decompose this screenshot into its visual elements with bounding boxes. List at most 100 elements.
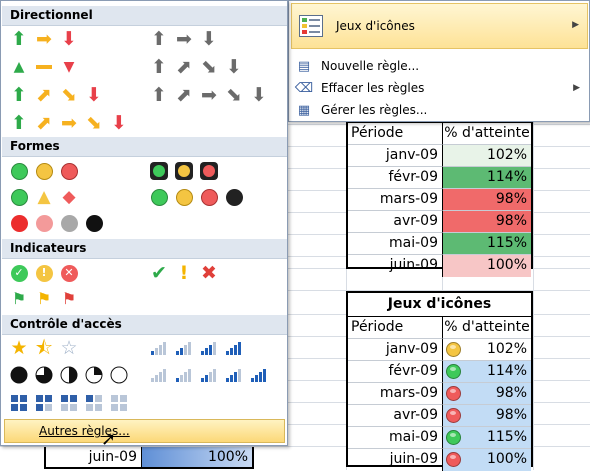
icon-set-3-arrows-colored[interactable]: ⬆ ➡ ⬇ [9, 27, 79, 51]
clear-rules-menu-item[interactable]: ⌫ Effacer les règles ▶ [291, 77, 588, 99]
check-circle-icon: ✓ [9, 263, 29, 283]
green-circle-icon [149, 187, 169, 207]
table-row[interactable]: janv-09 102% [348, 145, 531, 167]
value-cell: 98% [443, 211, 531, 233]
icon-set-red-to-black[interactable] [9, 211, 104, 235]
boxes-1-icon [84, 393, 104, 413]
icon-set-4-ratings[interactable] [149, 336, 244, 360]
red-light-icon [199, 161, 219, 181]
table-row[interactable]: janv-09 102% [348, 339, 531, 361]
signal-4-bars-icon [249, 365, 269, 385]
header-period: Période [348, 317, 443, 339]
table-row[interactable]: mars-09 98% [348, 383, 531, 405]
section-header-directional: Directionnel [2, 6, 287, 26]
arrow-down-icon: ⬇ [111, 112, 127, 134]
half-circle-icon [59, 365, 79, 385]
arrow-down-right-icon: ⬊ [201, 56, 217, 78]
signal-2-bars-icon [174, 338, 194, 358]
full-circle-icon [9, 365, 29, 385]
manage-rules-menu-item[interactable]: ▦ Gérer les règles... [291, 99, 588, 121]
icon-set-gallery: Directionnel ⬆ ➡ ⬇ ⬆ ➡ ⬇ ▲ ▼ ⬆ ⬈ ⬊ ⬇ ⬆ ⬈… [0, 0, 288, 450]
icon-set-3-flags[interactable]: ⚑ ⚑ ⚑ [9, 287, 79, 311]
new-rule-menu-item[interactable]: ▤ Nouvelle règle... [291, 55, 588, 77]
red-circle-icon [446, 452, 461, 467]
red-circle-icon [199, 187, 219, 207]
icon-set-title: Jeux d'icônes [348, 293, 531, 317]
icon-set-5-boxes[interactable] [9, 391, 129, 415]
icon-set-5-arrows-colored[interactable]: ⬆ ⬈ ➡ ⬊ ⬇ [9, 111, 129, 135]
black-circle-icon [84, 213, 104, 233]
exclamation-circle-icon: ! [34, 263, 54, 283]
icon-set-5-arrows-gray[interactable]: ⬆ ⬈ ➡ ⬊ ⬇ [149, 83, 269, 107]
table-row[interactable]: mars-09 98% [348, 189, 531, 211]
table-row[interactable]: févr-09 114% [348, 167, 531, 189]
table-row[interactable]: juin-09 100% [348, 255, 531, 277]
clear-rules-icon: ⌫ [294, 80, 314, 96]
period-cell: mars-09 [348, 189, 443, 211]
icon-set-3-stars[interactable]: ★ ⯪ ☆ [9, 336, 79, 360]
pink-circle-icon [34, 213, 54, 233]
icon-set-5-ratings[interactable] [149, 363, 269, 387]
quarter-circle-icon [84, 365, 104, 385]
icon-set-5-quarters[interactable] [9, 363, 129, 387]
value-cell: 102% [443, 145, 531, 167]
icon-set-3-traffic-lights[interactable] [9, 159, 79, 183]
icon-sets-menu-item[interactable]: Jeux d'icônes ▶ [291, 3, 588, 49]
boxes-0-icon [109, 393, 129, 413]
full-star-icon: ★ [10, 337, 28, 359]
data-bar-row[interactable]: juin-09 100% [44, 447, 254, 469]
yellow-circle-icon [174, 187, 194, 207]
table-row[interactable]: avr-09 98% [348, 405, 531, 427]
icon-set-3-symbols-circled[interactable]: ✓ ! ✕ [9, 261, 79, 285]
value-cell: 102% [443, 339, 531, 361]
table-row[interactable]: juin-09 100% [348, 449, 531, 471]
value-cell: 98% [443, 405, 531, 427]
triangle-up-icon: ▲ [13, 59, 25, 75]
value-cell: 115% [443, 233, 531, 255]
icon-set-3-arrows-gray[interactable]: ⬆ ➡ ⬇ [149, 27, 219, 51]
section-header-access-control: Contrôle d'accès [2, 315, 287, 335]
icon-set-4-traffic-lights[interactable] [149, 185, 244, 209]
icon-set-4-arrows-gray[interactable]: ⬆ ⬈ ⬊ ⬇ [149, 55, 244, 79]
section-header-indicators: Indicateurs [2, 239, 287, 259]
value-cell: 98% [443, 189, 531, 211]
triangle-down-icon: ▼ [63, 59, 75, 75]
period-cell: févr-09 [348, 167, 443, 189]
red-circle-icon [59, 161, 79, 181]
arrow-down-right-icon: ⬊ [226, 84, 242, 106]
black-circle-icon [224, 187, 244, 207]
yellow-flag-icon: ⚑ [36, 289, 52, 308]
red-circle-icon [446, 386, 461, 401]
arrow-right-icon: ➡ [36, 28, 52, 50]
yellow-circle-icon [446, 342, 461, 357]
table-row[interactable]: mai-09 115% [348, 427, 531, 449]
arrow-down-icon: ⬇ [251, 84, 267, 106]
icon-set-3-symbols[interactable]: ✔ ! ✖ [149, 261, 219, 285]
icon-set-3-signs[interactable]: ▲ ◆ [9, 185, 79, 209]
arrow-up-right-icon: ⬈ [36, 84, 52, 106]
arrow-up-icon: ⬆ [11, 112, 27, 134]
table-row[interactable]: mai-09 115% [348, 233, 531, 255]
icon-set-3-triangles[interactable]: ▲ ▼ [9, 55, 79, 79]
data-bar-cell: 100% [142, 447, 252, 467]
submenu-arrow-icon: ▶ [572, 20, 579, 30]
red-flag-icon: ⚑ [61, 289, 77, 308]
signal-1-bar-icon [174, 365, 194, 385]
signal-2-bars-icon [199, 365, 219, 385]
table-row[interactable]: avr-09 98% [348, 211, 531, 233]
red-diamond-icon: ◆ [62, 187, 76, 207]
arrow-down-right-icon: ⬊ [61, 84, 77, 106]
checkmark-icon: ✔ [151, 262, 167, 284]
three-quarter-circle-icon [34, 365, 54, 385]
value-cell: 100% [443, 449, 531, 471]
more-rules-button[interactable]: Autres règles... [4, 419, 285, 443]
table-row[interactable]: févr-09 114% [348, 361, 531, 383]
half-star-icon: ⯪ [35, 337, 53, 359]
color-scale-table: Période % d'atteinte janv-09 102% févr-0… [346, 121, 533, 277]
red-circle-icon [446, 408, 461, 423]
icon-set-3-traffic-lights-rimmed[interactable] [149, 159, 219, 183]
icon-set-table: Jeux d'icônes Période % d'atteinte janv-… [346, 291, 533, 471]
signal-3-bars-icon [224, 365, 244, 385]
period-cell: janv-09 [348, 339, 443, 361]
icon-set-4-arrows-colored[interactable]: ⬆ ⬈ ⬊ ⬇ [9, 83, 104, 107]
